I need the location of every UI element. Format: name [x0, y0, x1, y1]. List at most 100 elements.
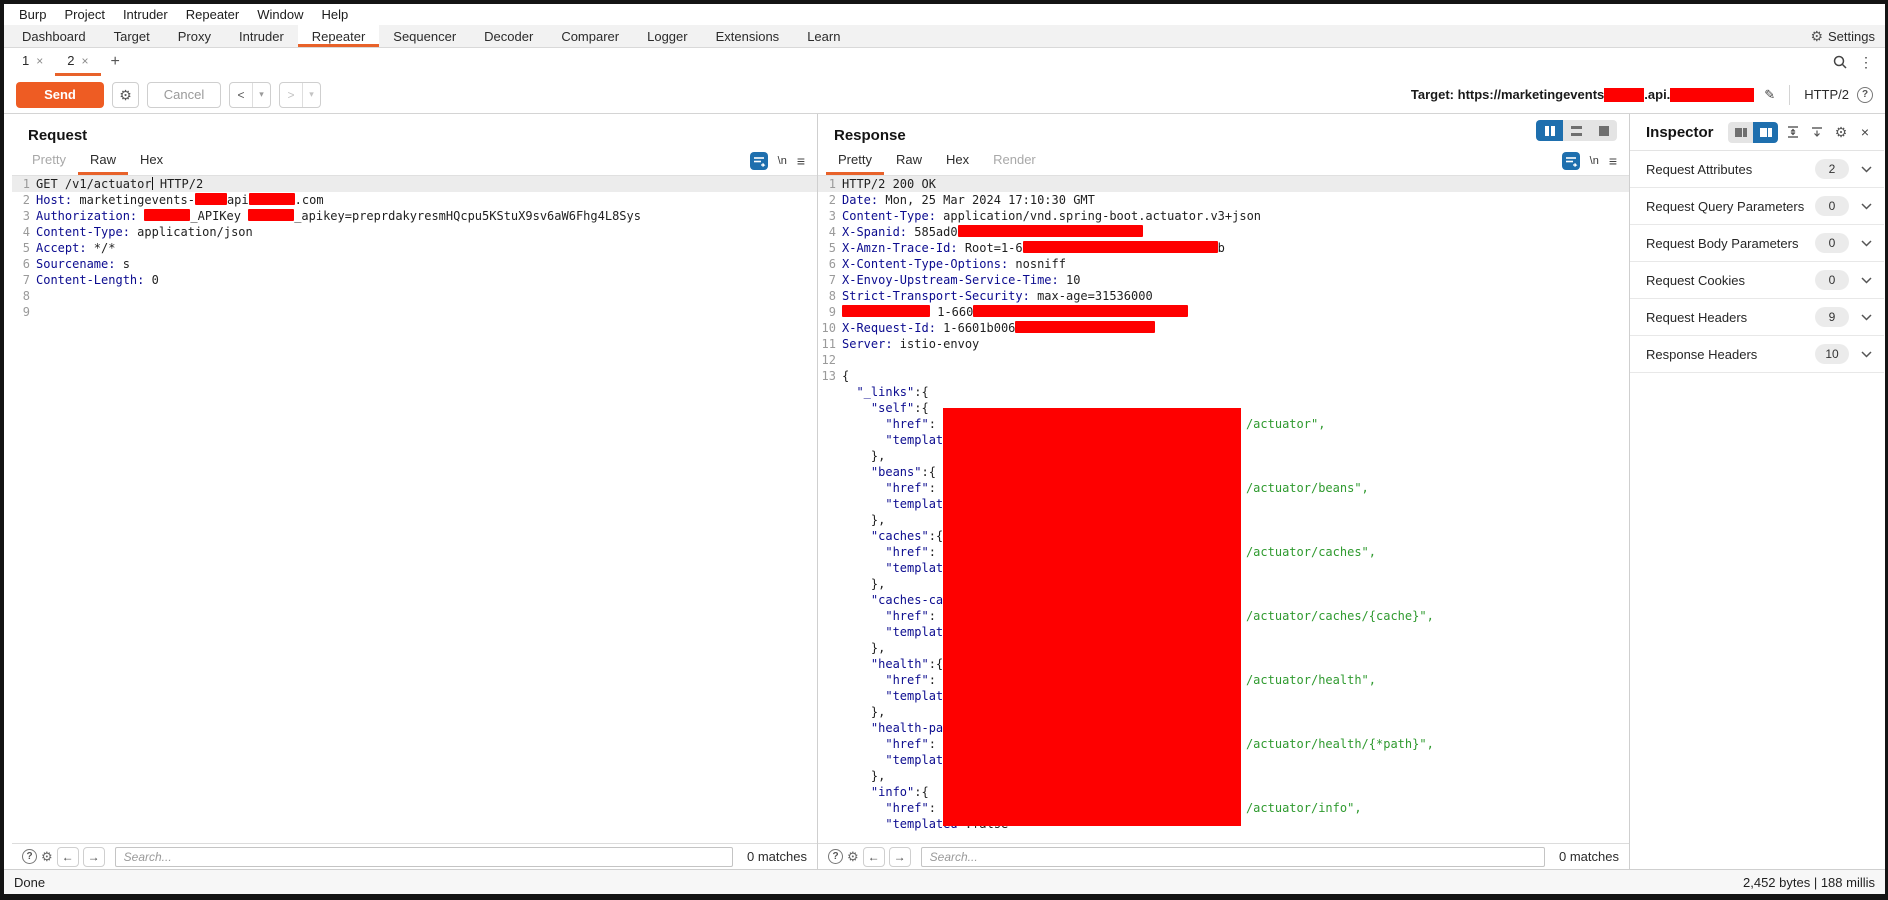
forward-history-button[interactable]: > ▾: [279, 81, 321, 108]
back-history-button[interactable]: < ▾: [229, 81, 271, 108]
response-tab-raw[interactable]: Raw: [884, 146, 934, 175]
hamburger-menu-icon[interactable]: ≡: [1609, 153, 1617, 169]
request-tab-pretty[interactable]: Pretty: [20, 146, 78, 175]
response-search-bar: ? ⚙ ← → 0 matches: [818, 843, 1629, 869]
menu-repeater[interactable]: Repeater: [177, 5, 248, 24]
response-tab-render[interactable]: Render: [981, 146, 1048, 175]
inspector-section-request-query-parameters[interactable]: Request Query Parameters 0: [1630, 188, 1884, 225]
editor-line: 2 Host: marketingevents-api .com: [22, 193, 324, 207]
editor-line: 6 Sourcename: s: [22, 257, 130, 271]
content-area: Request Pretty Raw Hex \n ≡ 1 GET /v1/ac…: [4, 114, 1885, 869]
chevron-down-icon: [1861, 202, 1872, 210]
editor-line: 9 1-660: [818, 304, 1629, 320]
collapse-all-icon[interactable]: [1808, 123, 1826, 141]
target-url: Target: https://marketingevents .api.: [1410, 87, 1755, 102]
menu-window[interactable]: Window: [248, 5, 312, 24]
tab-learn[interactable]: Learn: [793, 25, 854, 47]
response-metrics: 2,452 bytes | 188 millis: [1743, 874, 1875, 890]
count-badge: 9: [1815, 307, 1849, 327]
previous-match-button[interactable]: ←: [862, 846, 885, 867]
tab-decoder[interactable]: Decoder: [470, 25, 547, 47]
layout-columns-button[interactable]: [1536, 120, 1563, 141]
tab-extensions[interactable]: Extensions: [702, 25, 794, 47]
response-tab-pretty[interactable]: Pretty: [826, 146, 884, 175]
inspector-close-icon[interactable]: ×: [1856, 123, 1874, 141]
search-icon[interactable]: [1833, 55, 1847, 69]
count-badge: 0: [1815, 270, 1849, 290]
syntax-highlight-icon[interactable]: [749, 151, 768, 170]
response-tab-hex[interactable]: Hex: [934, 146, 981, 175]
help-icon[interactable]: ?: [1857, 86, 1873, 103]
add-tab-button[interactable]: +: [101, 48, 130, 76]
inspector-dock-left-button[interactable]: [1728, 121, 1753, 143]
response-editor[interactable]: 1 HTTP/2 200 OK 2 Date: Mon, 25 Mar 2024 17…: [818, 176, 1629, 843]
inspector-section-request-headers[interactable]: Request Headers 9: [1630, 299, 1884, 336]
layout-toggle-group: [1536, 120, 1617, 141]
menu-burp[interactable]: Burp: [10, 5, 55, 24]
settings-button[interactable]: ⚙ Settings: [1810, 25, 1885, 47]
response-view-tabs: Pretty Raw Hex Render \n ≡: [818, 146, 1629, 176]
repeater-tab-1[interactable]: 1 ×: [10, 48, 55, 76]
cancel-button[interactable]: Cancel: [147, 81, 221, 108]
editor-line: 8: [22, 289, 30, 303]
inspector-section-request-body-parameters[interactable]: Request Body Parameters 0: [1630, 225, 1884, 262]
chevron-down-icon: [1861, 276, 1872, 284]
editor-line: 13{: [821, 369, 850, 383]
help-icon[interactable]: ?: [828, 849, 843, 864]
protocol-label[interactable]: HTTP/2: [1804, 87, 1849, 102]
tab-repeater[interactable]: Repeater: [297, 25, 380, 47]
request-editor[interactable]: 1 GET /v1/actuator HTTP/2 2 Host: marketing…: [12, 176, 817, 843]
previous-match-button[interactable]: ←: [56, 846, 79, 867]
request-search-input[interactable]: [114, 846, 734, 867]
menu-intruder[interactable]: Intruder: [114, 5, 177, 24]
search-settings-icon[interactable]: ⚙: [847, 850, 859, 863]
response-search-input[interactable]: [920, 846, 1546, 867]
repeater-toolbar: Send ⚙ Cancel < ▾ > ▾ Target: https://ma…: [4, 76, 1885, 114]
close-icon[interactable]: ×: [36, 54, 43, 68]
edit-target-icon[interactable]: ✎: [1764, 87, 1775, 103]
repeater-tab-2[interactable]: 2 ×: [55, 48, 101, 76]
inspector-section-request-cookies[interactable]: Request Cookies 0: [1630, 262, 1884, 299]
next-match-button[interactable]: →: [888, 846, 911, 867]
layout-rows-button[interactable]: [1563, 120, 1590, 141]
next-match-button[interactable]: →: [82, 846, 105, 867]
editor-line: 3 Authorization: _APIKey _apikey=preprdak…: [22, 209, 641, 223]
count-badge: 10: [1815, 344, 1849, 364]
menu-project[interactable]: Project: [55, 5, 113, 24]
request-match-count: 0 matches: [747, 849, 807, 864]
close-icon[interactable]: ×: [81, 54, 88, 68]
inspector-section-request-attributes[interactable]: Request Attributes 2: [1630, 151, 1884, 188]
tab-proxy[interactable]: Proxy: [164, 25, 225, 47]
search-settings-icon[interactable]: ⚙: [41, 850, 53, 863]
hamburger-menu-icon[interactable]: ≡: [797, 153, 805, 169]
menu-help[interactable]: Help: [312, 5, 357, 24]
help-icon[interactable]: ?: [22, 849, 37, 864]
inspector-section-response-headers[interactable]: Response Headers 10: [1630, 336, 1884, 373]
back-arrow[interactable]: <: [230, 83, 252, 107]
tab-logger[interactable]: Logger: [633, 25, 701, 47]
request-tab-hex[interactable]: Hex: [128, 146, 175, 175]
tab-dashboard[interactable]: Dashboard: [8, 25, 100, 47]
inspector-dock-right-button[interactable]: [1753, 121, 1778, 143]
tab-comparer[interactable]: Comparer: [547, 25, 633, 47]
redaction: [1604, 87, 1645, 102]
send-button[interactable]: Send: [16, 81, 104, 108]
status-text: Done: [14, 874, 46, 890]
tab-sequencer[interactable]: Sequencer: [379, 25, 470, 47]
layout-single-button[interactable]: [1590, 120, 1617, 141]
chevron-down-icon[interactable]: ▾: [252, 82, 270, 107]
show-newlines-icon[interactable]: \n: [1590, 155, 1599, 167]
redaction: [842, 305, 930, 317]
send-options-button[interactable]: ⚙: [112, 81, 139, 108]
tab-intruder[interactable]: Intruder: [225, 25, 298, 47]
inspector-settings-icon[interactable]: ⚙: [1832, 123, 1850, 141]
target-label: Target:: [1410, 87, 1454, 102]
forward-arrow: >: [287, 87, 295, 102]
tab-target[interactable]: Target: [100, 25, 164, 47]
editor-line: 4 X-Spanid: 585ad0: [818, 224, 1629, 240]
request-tab-raw[interactable]: Raw: [77, 146, 128, 175]
syntax-highlight-icon[interactable]: [1561, 151, 1580, 170]
show-newlines-icon[interactable]: \n: [778, 155, 787, 167]
expand-all-icon[interactable]: [1784, 123, 1802, 141]
kebab-menu-icon[interactable]: ⋮: [1859, 54, 1873, 71]
